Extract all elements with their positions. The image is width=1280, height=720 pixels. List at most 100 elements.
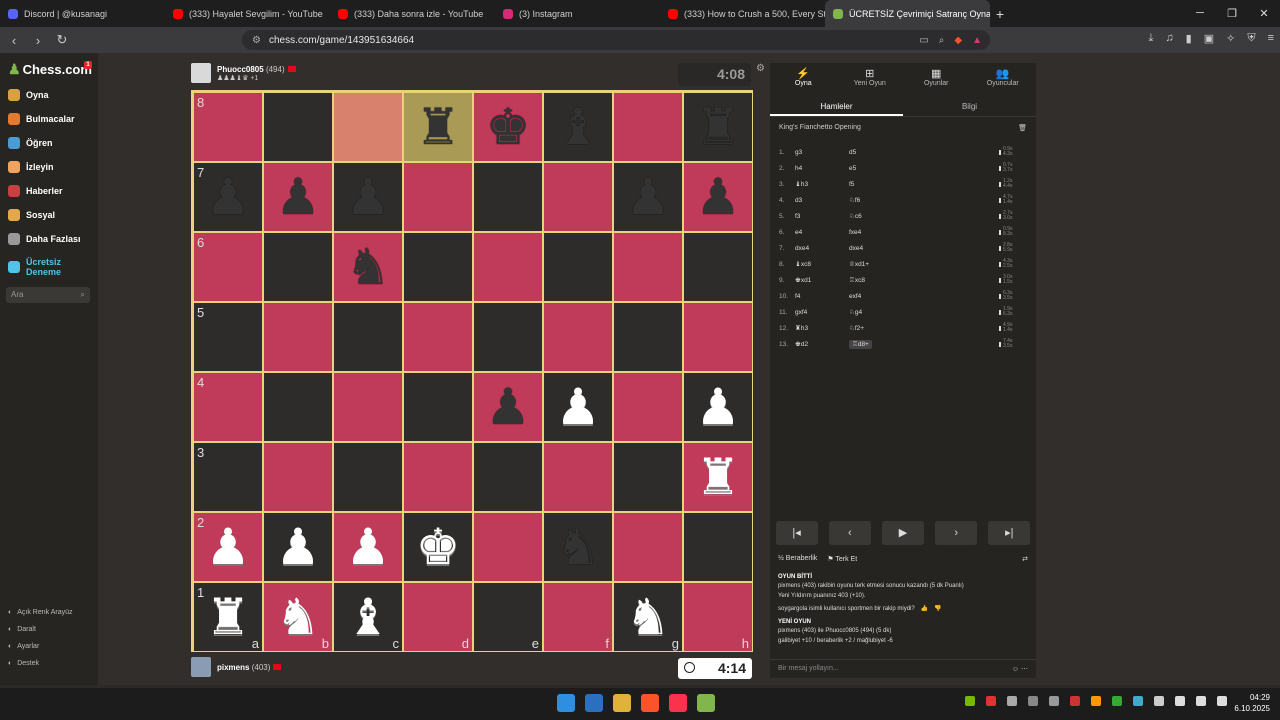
black-pawn-icon[interactable]: ♟ (696, 172, 741, 222)
tray-app-icon[interactable] (1049, 696, 1059, 706)
square-g1[interactable]: g ♞ (613, 582, 683, 652)
tray-app-icon[interactable] (986, 696, 996, 706)
menu-icon[interactable]: ≡ (1268, 32, 1274, 45)
square-g5[interactable] (613, 302, 683, 372)
black-pawn-icon[interactable]: ♟ (626, 172, 671, 222)
black-knight-icon[interactable]: ♞ (556, 522, 601, 572)
square-f6[interactable] (543, 232, 613, 302)
sidebar-search-input[interactable]: Ara ⌕ (6, 287, 90, 303)
black-move[interactable]: dxe4 (849, 245, 863, 252)
white-move[interactable]: ♚d2 (795, 340, 849, 348)
white-pawn-icon[interactable]: ♟ (346, 522, 391, 572)
square-a6[interactable]: 6 (193, 232, 263, 302)
black-move[interactable]: fxe4 (849, 229, 861, 236)
vpn-icon[interactable]: ⛨ (1247, 32, 1255, 45)
white-pawn-icon[interactable]: ♟ (556, 382, 601, 432)
square-h2[interactable] (683, 512, 753, 582)
square-c7[interactable]: ♟ (333, 162, 403, 232)
tray-app-icon[interactable] (1091, 696, 1101, 706)
panel-tab[interactable]: 👥 Oyuncular (970, 63, 1037, 95)
square-d5[interactable] (403, 302, 473, 372)
last-move-button[interactable]: ▸| (988, 521, 1031, 545)
browser-tab[interactable]: (3) Instagram (495, 0, 660, 27)
tray-app-icon[interactable] (1070, 696, 1080, 706)
tab-info[interactable]: Bilgi (903, 95, 1036, 116)
black-move[interactable]: d5 (849, 149, 856, 156)
white-pawn-icon[interactable]: ♟ (696, 382, 741, 432)
square-f3[interactable] (543, 442, 613, 512)
sidebar-item[interactable]: Sosyal (8, 209, 55, 221)
square-b1[interactable]: b ♞ (263, 582, 333, 652)
browser-tab[interactable]: (333) How to Crush a 500, Every Step (660, 0, 825, 27)
square-e3[interactable] (473, 442, 543, 512)
square-c8[interactable] (333, 92, 403, 162)
windows-start-icon[interactable] (557, 694, 575, 712)
square-f1[interactable]: f (543, 582, 613, 652)
black-bishop-icon[interactable]: ♝ (556, 102, 601, 152)
steam-icon[interactable] (1007, 696, 1017, 706)
sidebar-item[interactable]: Ücretsiz Deneme (8, 257, 66, 277)
notification-badge[interactable]: 1 (84, 61, 92, 69)
white-move[interactable]: dxe4 (795, 245, 849, 252)
widgets-icon[interactable] (585, 694, 603, 712)
black-rook-icon[interactable]: ♜ (696, 102, 741, 152)
panel-tab[interactable]: ⊞ Yeni Oyun (837, 63, 904, 95)
white-king-icon[interactable]: ♚ (416, 522, 461, 572)
black-move[interactable]: ♘c6 (849, 213, 862, 220)
square-f5[interactable] (543, 302, 613, 372)
chess-logo[interactable]: ♟ Chess.com 1 (8, 61, 92, 78)
back-icon[interactable]: ‹ (4, 33, 24, 48)
square-d1[interactable]: d (403, 582, 473, 652)
square-g4[interactable] (613, 372, 683, 442)
new-tab-button[interactable]: + (990, 6, 1010, 22)
sidebar-bottom-item[interactable]: ◐ Açık Renk Arayüz (8, 609, 72, 616)
brave-shield-icon[interactable]: ◆ (954, 35, 962, 46)
resign-button[interactable]: ⚑ Terk Et (827, 555, 857, 563)
brave-browser-icon[interactable] (641, 694, 659, 712)
white-move[interactable]: e4 (795, 229, 849, 236)
chess-board[interactable]: 8 ♜ ♚ ♝ ♜ 7 ♟ ♟ ♟ ♟ ♟ 6 ♞ 5 4 ♟ ♟ ♟ 3 ♜ 2 ♟ ♟ ♟ ♚ ♞ 1 a ♜ b ♞ c ♝ d e f g ♞ h (191, 90, 753, 652)
tray-app-icon[interactable] (1133, 696, 1143, 706)
square-h4[interactable]: ♟ (683, 372, 753, 442)
square-e7[interactable] (473, 162, 543, 232)
black-king-icon[interactable]: ♚ (486, 102, 531, 152)
square-a3[interactable]: 3 (193, 442, 263, 512)
black-rook-icon[interactable]: ♜ (416, 102, 461, 152)
square-h8[interactable]: ♜ (683, 92, 753, 162)
thumbs-down-icon[interactable]: 👎 (934, 605, 941, 614)
white-rook-icon[interactable]: ♜ (696, 452, 741, 502)
black-move[interactable]: ♕xd1+ (849, 261, 869, 268)
panel-tab[interactable]: ⚡ Oyna (770, 63, 837, 95)
white-rook-icon[interactable]: ♜ (206, 592, 251, 642)
square-d2[interactable]: ♚ (403, 512, 473, 582)
sidebar-item[interactable]: Oyna (8, 89, 49, 101)
wallet-icon[interactable]: ▣ (1204, 32, 1214, 45)
square-e4[interactable]: ♟ (473, 372, 543, 442)
tray-app-icon[interactable] (1028, 696, 1038, 706)
clock[interactable]: 04:29 6.10.2025 (1234, 692, 1270, 714)
sidebar-toggle-icon[interactable]: ▮ (1186, 32, 1192, 45)
square-c5[interactable] (333, 302, 403, 372)
square-e8[interactable]: ♚ (473, 92, 543, 162)
white-pawn-icon[interactable]: ♟ (206, 522, 251, 572)
square-d4[interactable] (403, 372, 473, 442)
square-d3[interactable] (403, 442, 473, 512)
thumbs-up-icon[interactable]: 👍 (921, 605, 928, 614)
square-c2[interactable]: ♟ (333, 512, 403, 582)
volume-icon[interactable] (1196, 696, 1206, 706)
square-b2[interactable]: ♟ (263, 512, 333, 582)
square-e6[interactable] (473, 232, 543, 302)
square-c3[interactable] (333, 442, 403, 512)
square-b3[interactable] (263, 442, 333, 512)
square-c1[interactable]: c ♝ (333, 582, 403, 652)
black-pawn-icon[interactable]: ♟ (206, 172, 251, 222)
black-move[interactable]: e5 (849, 165, 856, 172)
white-knight-icon[interactable]: ♞ (276, 592, 321, 642)
sidebar-bottom-item[interactable]: ◐ Daralt (8, 626, 36, 633)
square-a8[interactable]: 8 (193, 92, 263, 162)
cast-icon[interactable]: ▭ (919, 35, 928, 46)
sidebar-item[interactable]: Haberler (8, 185, 63, 197)
square-g3[interactable] (613, 442, 683, 512)
flip-board-icon[interactable]: ⇄ (1022, 555, 1028, 563)
square-b7[interactable]: ♟ (263, 162, 333, 232)
